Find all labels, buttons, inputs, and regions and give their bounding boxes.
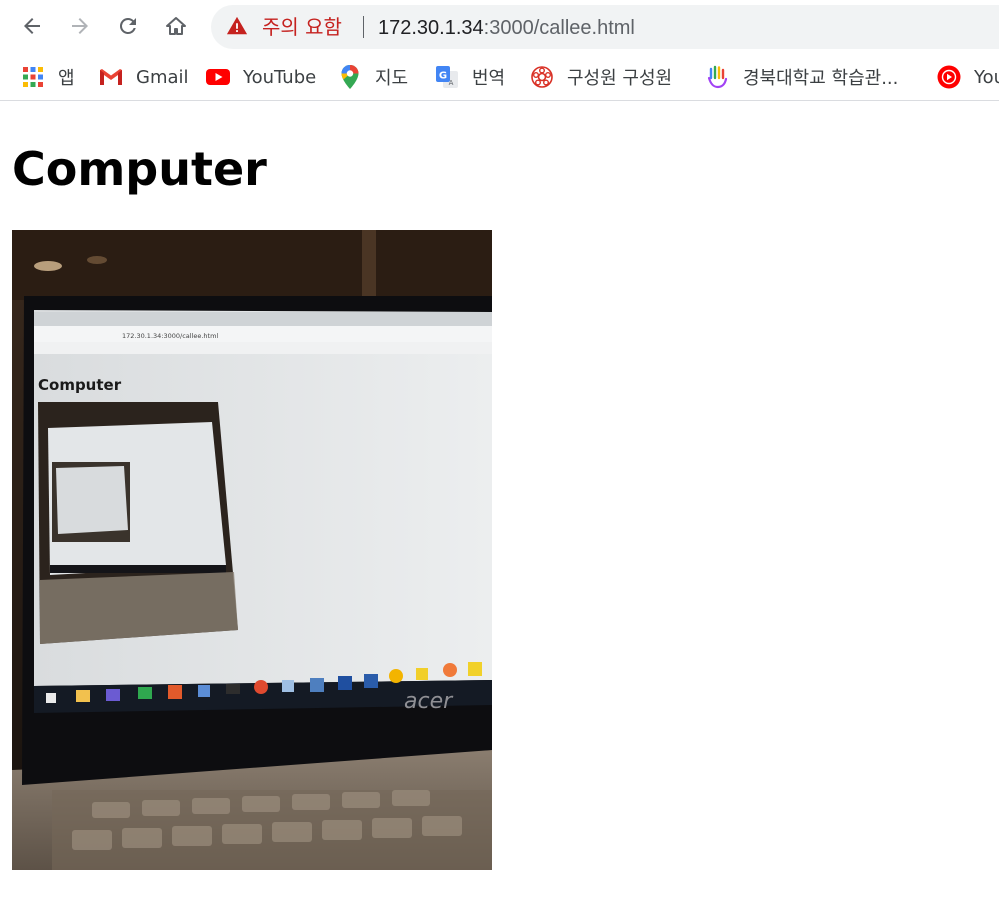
bookmarks-bar: 앱 Gmail YouTube 지도 GA 번역 구성원 구성원 경북대학교 학… <box>0 54 999 101</box>
bookmark-label: Gmail <box>136 66 189 88</box>
gmail-icon <box>99 65 123 89</box>
bookmark-members[interactable]: 구성원 구성원 <box>530 60 672 94</box>
home-icon <box>166 17 186 35</box>
bookmark-maps[interactable]: 지도 <box>338 60 408 94</box>
browser-toolbar: 주의 요함 172.30.1.34:3000/callee.html <box>0 0 999 54</box>
bookmark-translate[interactable]: GA 번역 <box>435 60 505 94</box>
bookmark-label: YouTube <box>243 66 317 88</box>
laptop-brand-logo: acer <box>404 689 454 714</box>
bookmark-label: 경북대학교 학습관... <box>743 68 899 89</box>
bookmark-apps[interactable]: 앱 <box>21 60 75 94</box>
translate-icon: GA <box>435 65 459 89</box>
back-button[interactable] <box>14 8 50 44</box>
page-heading: Computer <box>12 142 267 196</box>
address-bar[interactable]: 주의 요함 172.30.1.34:3000/callee.html <box>211 5 999 49</box>
hand-logo-icon <box>706 65 730 89</box>
bookmark-knu-learning[interactable]: 경북대학교 학습관... <box>706 60 898 94</box>
url-host: 172.30.1.34 <box>378 17 484 39</box>
reload-icon <box>119 17 136 34</box>
apps-grid-icon <box>21 65 45 89</box>
url-path: :3000/callee.html <box>483 17 635 39</box>
bookmark-label: You <box>974 66 999 88</box>
back-arrow-icon <box>24 18 40 34</box>
webcam-frame-image: 172.30.1.34:3000/callee.html Computer ac… <box>12 230 492 870</box>
warning-icon[interactable] <box>226 15 248 37</box>
security-warning-text[interactable]: 주의 요함 <box>262 15 342 39</box>
forward-button[interactable] <box>62 8 98 44</box>
bookmark-label: 번역 <box>472 68 506 89</box>
youtube-icon <box>206 65 230 89</box>
bookmark-gmail[interactable]: Gmail <box>99 60 189 94</box>
svg-text:A: A <box>449 79 454 87</box>
maps-pin-icon <box>338 65 362 89</box>
bookmark-label: 구성원 구성원 <box>567 68 673 89</box>
home-button[interactable] <box>158 8 194 44</box>
video-feed: 172.30.1.34:3000/callee.html Computer ac… <box>12 230 492 870</box>
svg-text:G: G <box>439 71 447 82</box>
bookmark-youtube[interactable]: YouTube <box>206 60 316 94</box>
bookmark-youtube-music[interactable]: You <box>937 60 999 94</box>
url-text[interactable]: 172.30.1.34:3000/callee.html <box>378 16 635 40</box>
reload-button[interactable] <box>110 8 146 44</box>
emblem-icon <box>530 65 554 89</box>
inner-heading-text: Computer <box>38 376 122 394</box>
address-divider <box>363 16 364 38</box>
inner-url-text: 172.30.1.34:3000/callee.html <box>122 332 218 340</box>
forward-arrow-icon <box>72 18 88 34</box>
bookmark-label: 지도 <box>375 68 409 89</box>
bookmark-label: 앱 <box>58 68 75 89</box>
youtube-music-icon <box>937 65 961 89</box>
